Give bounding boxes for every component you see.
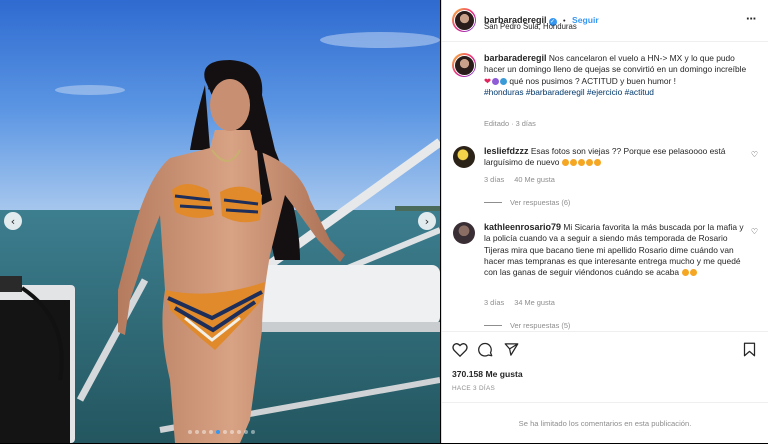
caption: barbaraderegil Nos cancelaron el vuelo a… — [484, 53, 749, 98]
commenter-avatar[interactable] — [453, 222, 475, 244]
view-replies-button[interactable]: Ver respuestas (5) — [484, 321, 570, 330]
like-heart-icon[interactable] — [452, 342, 468, 357]
carousel-dot — [209, 430, 213, 434]
comment-username[interactable]: lesliefdzzz — [484, 146, 529, 156]
view-replies-label: Ver respuestas (6) — [510, 198, 571, 207]
comment: kathleenrosario79 Mi Sicaria favorita la… — [484, 222, 746, 278]
wave-emoji-icon — [499, 77, 507, 85]
comment-age: 3 días — [484, 175, 505, 184]
carousel-dot — [195, 430, 199, 434]
comment-likes[interactable]: 34 Me gusta — [514, 298, 555, 307]
post-details-panel: barbaraderegil ✓ • Seguir San Pedro Sula,… — [441, 0, 768, 443]
emoji-icon — [578, 159, 586, 167]
carousel-prev-button[interactable]: ‹ — [4, 212, 22, 230]
chevron-left-icon: ‹ — [10, 214, 16, 228]
emoji-icon — [586, 159, 594, 167]
carousel-next-button[interactable]: › — [418, 212, 436, 230]
carousel-dot — [188, 430, 192, 434]
caption-text-continued: qué nos pusimos ? ACTITUD y buen humor ! — [509, 75, 677, 86]
comment-likes[interactable]: 40 Me gusta — [514, 175, 555, 184]
heart-emoji-icon: ❤ — [484, 75, 492, 86]
carousel-dot — [237, 430, 241, 434]
photo-illustration — [0, 0, 440, 443]
comment-username[interactable]: kathleenrosario79 — [484, 222, 561, 232]
comment: lesliefdzzz Esas fotos son viejas ?? Por… — [484, 146, 749, 169]
caption-avatar[interactable] — [452, 53, 476, 77]
comment-bubble-icon[interactable] — [478, 342, 493, 357]
caption-meta: Editado · 3 días — [484, 119, 536, 128]
carousel-dot — [230, 430, 234, 434]
carousel-dot — [223, 430, 227, 434]
rainbow-emoji-icon — [491, 77, 499, 85]
emoji-icon — [689, 269, 697, 277]
more-options-icon[interactable]: ··· — [746, 11, 757, 26]
carousel-indicator — [188, 430, 255, 434]
carousel-dot — [251, 430, 255, 434]
comment-age: 3 días — [484, 298, 505, 307]
emoji-icon — [681, 269, 689, 277]
emoji-icon — [594, 159, 602, 167]
carousel-dot — [244, 430, 248, 434]
share-send-icon[interactable] — [504, 342, 519, 357]
post-photo[interactable]: ‹ › — [0, 0, 440, 443]
chevron-right-icon: › — [424, 214, 430, 228]
commenter-avatar[interactable] — [453, 146, 475, 168]
emoji-icon — [562, 159, 570, 167]
author-avatar[interactable] — [452, 8, 476, 32]
comment-like-heart-icon[interactable]: ♡ — [751, 227, 758, 236]
comment-like-heart-icon[interactable]: ♡ — [751, 150, 758, 159]
view-replies-button[interactable]: Ver respuestas (6) — [484, 198, 570, 207]
carousel-dot — [202, 430, 206, 434]
post-header: barbaraderegil ✓ • Seguir San Pedro Sula,… — [442, 0, 768, 42]
like-count[interactable]: 370.158 Me gusta — [452, 369, 523, 379]
caption-username[interactable]: barbaraderegil — [484, 53, 547, 63]
comments-limited-notice: Se ha limitado los comentarios en esta p… — [442, 402, 768, 444]
caption-hashtags[interactable]: #honduras #barbaraderegil #ejercicio #ac… — [484, 87, 654, 97]
post-timestamp: HACE 3 DÍAS — [452, 385, 496, 392]
post-location[interactable]: San Pedro Sula, Honduras — [484, 22, 577, 31]
view-replies-label: Ver respuestas (5) — [510, 321, 571, 330]
emoji-icon — [570, 159, 578, 167]
save-bookmark-icon[interactable] — [743, 342, 756, 357]
instagram-post-modal: ‹ › barbaraderegil ✓ • Seguir San Pedro S… — [0, 0, 768, 443]
carousel-dot-active — [216, 430, 220, 434]
